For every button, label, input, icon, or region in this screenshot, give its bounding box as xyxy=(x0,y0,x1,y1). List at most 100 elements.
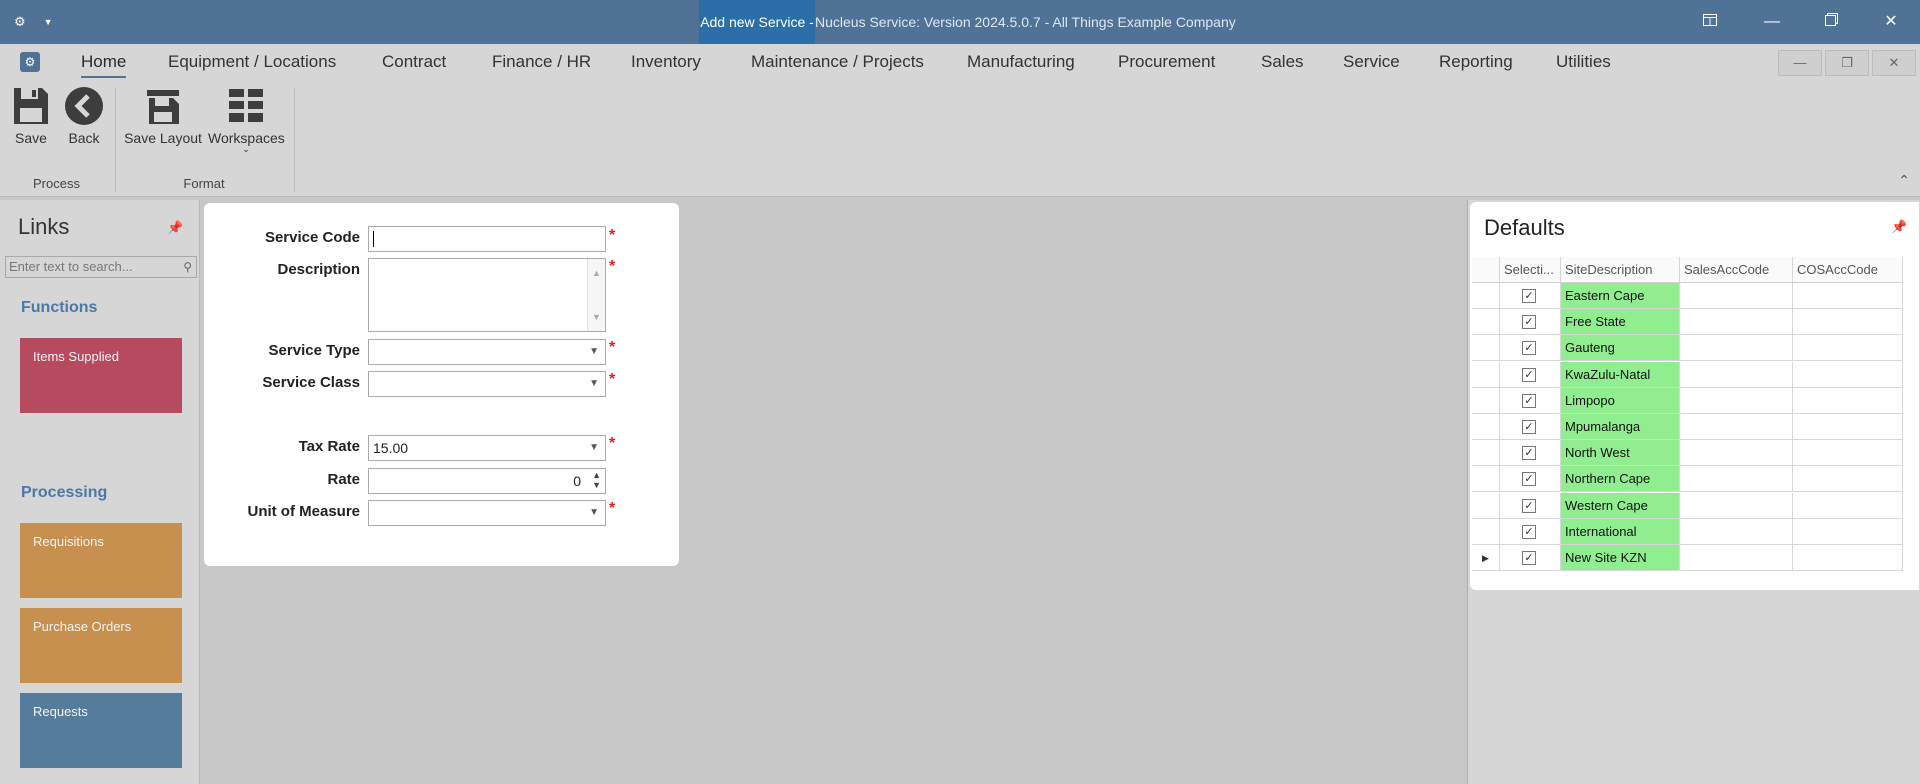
grid-header-sales-acc-code[interactable]: SalesAccCode xyxy=(1680,257,1793,283)
description-scrollbar[interactable]: ▲ ▼ xyxy=(587,259,605,331)
table-row[interactable]: ✓ Eastern Cape xyxy=(1472,283,1917,309)
spin-down-icon[interactable]: ▼ xyxy=(592,480,601,490)
cos-acc-code-cell[interactable] xyxy=(1793,283,1903,309)
back-button[interactable]: Back xyxy=(63,86,105,146)
table-row[interactable]: ✓ Mpumalanga xyxy=(1472,414,1917,440)
service-class-select[interactable]: ▼ xyxy=(368,371,606,397)
grid-header-site-description[interactable]: SiteDescription xyxy=(1561,257,1680,283)
selection-cell[interactable]: ✓ xyxy=(1500,283,1561,309)
save-layout-button[interactable]: Save Layout xyxy=(124,86,202,146)
selection-cell[interactable]: ✓ xyxy=(1500,335,1561,362)
dropdown-arrow-icon[interactable]: ▼ xyxy=(589,340,599,364)
row-checkbox[interactable]: ✓ xyxy=(1522,341,1536,356)
tile-requests[interactable]: Requests xyxy=(20,693,182,768)
menu-home[interactable]: Home xyxy=(81,44,127,80)
table-row[interactable]: ✓ Northern Cape xyxy=(1472,466,1917,493)
site-description-cell[interactable]: Mpumalanga xyxy=(1561,414,1680,440)
spin-up-icon[interactable]: ▲ xyxy=(592,470,601,480)
row-checkbox[interactable]: ✓ xyxy=(1522,289,1536,303)
chevron-down-icon[interactable]: ▼ xyxy=(44,17,53,27)
cos-acc-code-cell[interactable] xyxy=(1793,545,1903,571)
selection-cell[interactable]: ✓ xyxy=(1500,309,1561,336)
sales-acc-code-cell[interactable] xyxy=(1680,518,1793,545)
description-input[interactable]: ▲ ▼ xyxy=(368,258,606,332)
selection-cell[interactable]: ✓ xyxy=(1500,518,1561,545)
row-checkbox[interactable]: ✓ xyxy=(1522,315,1536,330)
selection-cell[interactable]: ✓ xyxy=(1500,440,1561,467)
cos-acc-code-cell[interactable] xyxy=(1793,335,1903,362)
unit-of-measure-select[interactable]: ▼ xyxy=(368,500,606,526)
menu-maintenance-projects[interactable]: Maintenance / Projects xyxy=(751,44,924,80)
selection-cell[interactable]: ✓ xyxy=(1500,361,1561,388)
workspaces-button[interactable]: Workspaces ⌄ xyxy=(208,86,285,155)
row-checkbox[interactable]: ✓ xyxy=(1522,420,1536,434)
rate-spinner[interactable]: 0 ▲ ▼ xyxy=(368,468,606,494)
site-description-cell[interactable]: Northern Cape xyxy=(1561,466,1680,493)
selection-cell[interactable]: ✓ xyxy=(1500,414,1561,440)
site-description-cell[interactable]: New Site KZN xyxy=(1561,545,1680,571)
menu-utilities[interactable]: Utilities xyxy=(1556,44,1611,80)
spin-buttons[interactable]: ▲ ▼ xyxy=(592,470,601,490)
dropdown-arrow-icon[interactable]: ▼ xyxy=(589,372,599,396)
row-checkbox[interactable]: ✓ xyxy=(1522,393,1536,408)
row-checkbox[interactable]: ✓ xyxy=(1522,472,1536,487)
site-description-cell[interactable]: KwaZulu-Natal xyxy=(1561,361,1680,388)
save-button[interactable]: Save xyxy=(10,86,52,146)
cos-acc-code-cell[interactable] xyxy=(1793,440,1903,467)
row-checkbox[interactable]: ✓ xyxy=(1522,446,1536,461)
site-description-cell[interactable]: Western Cape xyxy=(1561,492,1680,519)
sales-acc-code-cell[interactable] xyxy=(1680,387,1793,414)
menu-manufacturing[interactable]: Manufacturing xyxy=(967,44,1075,80)
cos-acc-code-cell[interactable] xyxy=(1793,387,1903,414)
menu-service[interactable]: Service xyxy=(1343,44,1400,80)
close-icon[interactable]: ✕ xyxy=(1871,0,1911,44)
table-row[interactable]: ✓ KwaZulu-Natal xyxy=(1472,361,1917,388)
minimize-icon[interactable]: — xyxy=(1752,0,1792,44)
scroll-up-icon[interactable]: ▲ xyxy=(592,261,601,285)
dropdown-arrow-icon[interactable]: ▼ xyxy=(589,501,599,525)
sales-acc-code-cell[interactable] xyxy=(1680,414,1793,440)
dropdown-arrow-icon[interactable]: ▼ xyxy=(589,436,599,460)
search-icon[interactable]: ⚲ xyxy=(183,257,192,277)
cos-acc-code-cell[interactable] xyxy=(1793,492,1903,519)
tile-items-supplied[interactable]: Items Supplied xyxy=(20,338,182,413)
pin-icon[interactable]: 📌 xyxy=(1891,219,1907,235)
selection-cell[interactable]: ✓ xyxy=(1500,545,1561,571)
cos-acc-code-cell[interactable] xyxy=(1793,518,1903,545)
service-type-select[interactable]: ▼ xyxy=(368,339,606,365)
menu-reporting[interactable]: Reporting xyxy=(1439,44,1513,80)
table-row[interactable]: ✓ International xyxy=(1472,518,1917,545)
sales-acc-code-cell[interactable] xyxy=(1680,335,1793,362)
sales-acc-code-cell[interactable] xyxy=(1680,440,1793,467)
sales-acc-code-cell[interactable] xyxy=(1680,466,1793,493)
collapse-ribbon-icon[interactable]: ⌃ xyxy=(1898,172,1910,189)
site-description-cell[interactable]: Gauteng xyxy=(1561,335,1680,362)
menu-procurement[interactable]: Procurement xyxy=(1118,44,1215,80)
selection-cell[interactable]: ✓ xyxy=(1500,466,1561,493)
table-row[interactable]: ✓ North West xyxy=(1472,440,1917,467)
menu-sales[interactable]: Sales xyxy=(1261,44,1304,80)
site-description-cell[interactable]: Free State xyxy=(1561,309,1680,336)
site-description-cell[interactable]: North West xyxy=(1561,440,1680,467)
selection-cell[interactable]: ✓ xyxy=(1500,387,1561,414)
grid-header-selection[interactable]: Selecti... xyxy=(1500,257,1561,283)
table-row[interactable]: ✓ Gauteng xyxy=(1472,335,1917,362)
row-checkbox[interactable]: ✓ xyxy=(1522,551,1536,565)
sales-acc-code-cell[interactable] xyxy=(1680,309,1793,336)
sales-acc-code-cell[interactable] xyxy=(1680,361,1793,388)
mdi-restore-button[interactable]: ❐ xyxy=(1825,50,1869,76)
mdi-close-button[interactable]: ✕ xyxy=(1872,50,1916,76)
grid-header-cos-acc-code[interactable]: COSAccCode xyxy=(1793,257,1903,283)
links-search-input[interactable]: Enter text to search... ⚲ xyxy=(5,256,197,278)
menu-contract[interactable]: Contract xyxy=(382,44,446,80)
selection-cell[interactable]: ✓ xyxy=(1500,492,1561,519)
tile-purchase-orders[interactable]: Purchase Orders xyxy=(20,608,182,683)
sales-acc-code-cell[interactable] xyxy=(1680,545,1793,571)
site-description-cell[interactable]: Limpopo xyxy=(1561,387,1680,414)
row-checkbox[interactable]: ✓ xyxy=(1522,367,1536,382)
pin-icon[interactable]: 📌 xyxy=(167,220,183,236)
cos-acc-code-cell[interactable] xyxy=(1793,414,1903,440)
tile-requisitions[interactable]: Requisitions xyxy=(20,523,182,598)
maximize-icon[interactable] xyxy=(1811,0,1851,44)
table-row[interactable]: ✓ Free State xyxy=(1472,309,1917,336)
